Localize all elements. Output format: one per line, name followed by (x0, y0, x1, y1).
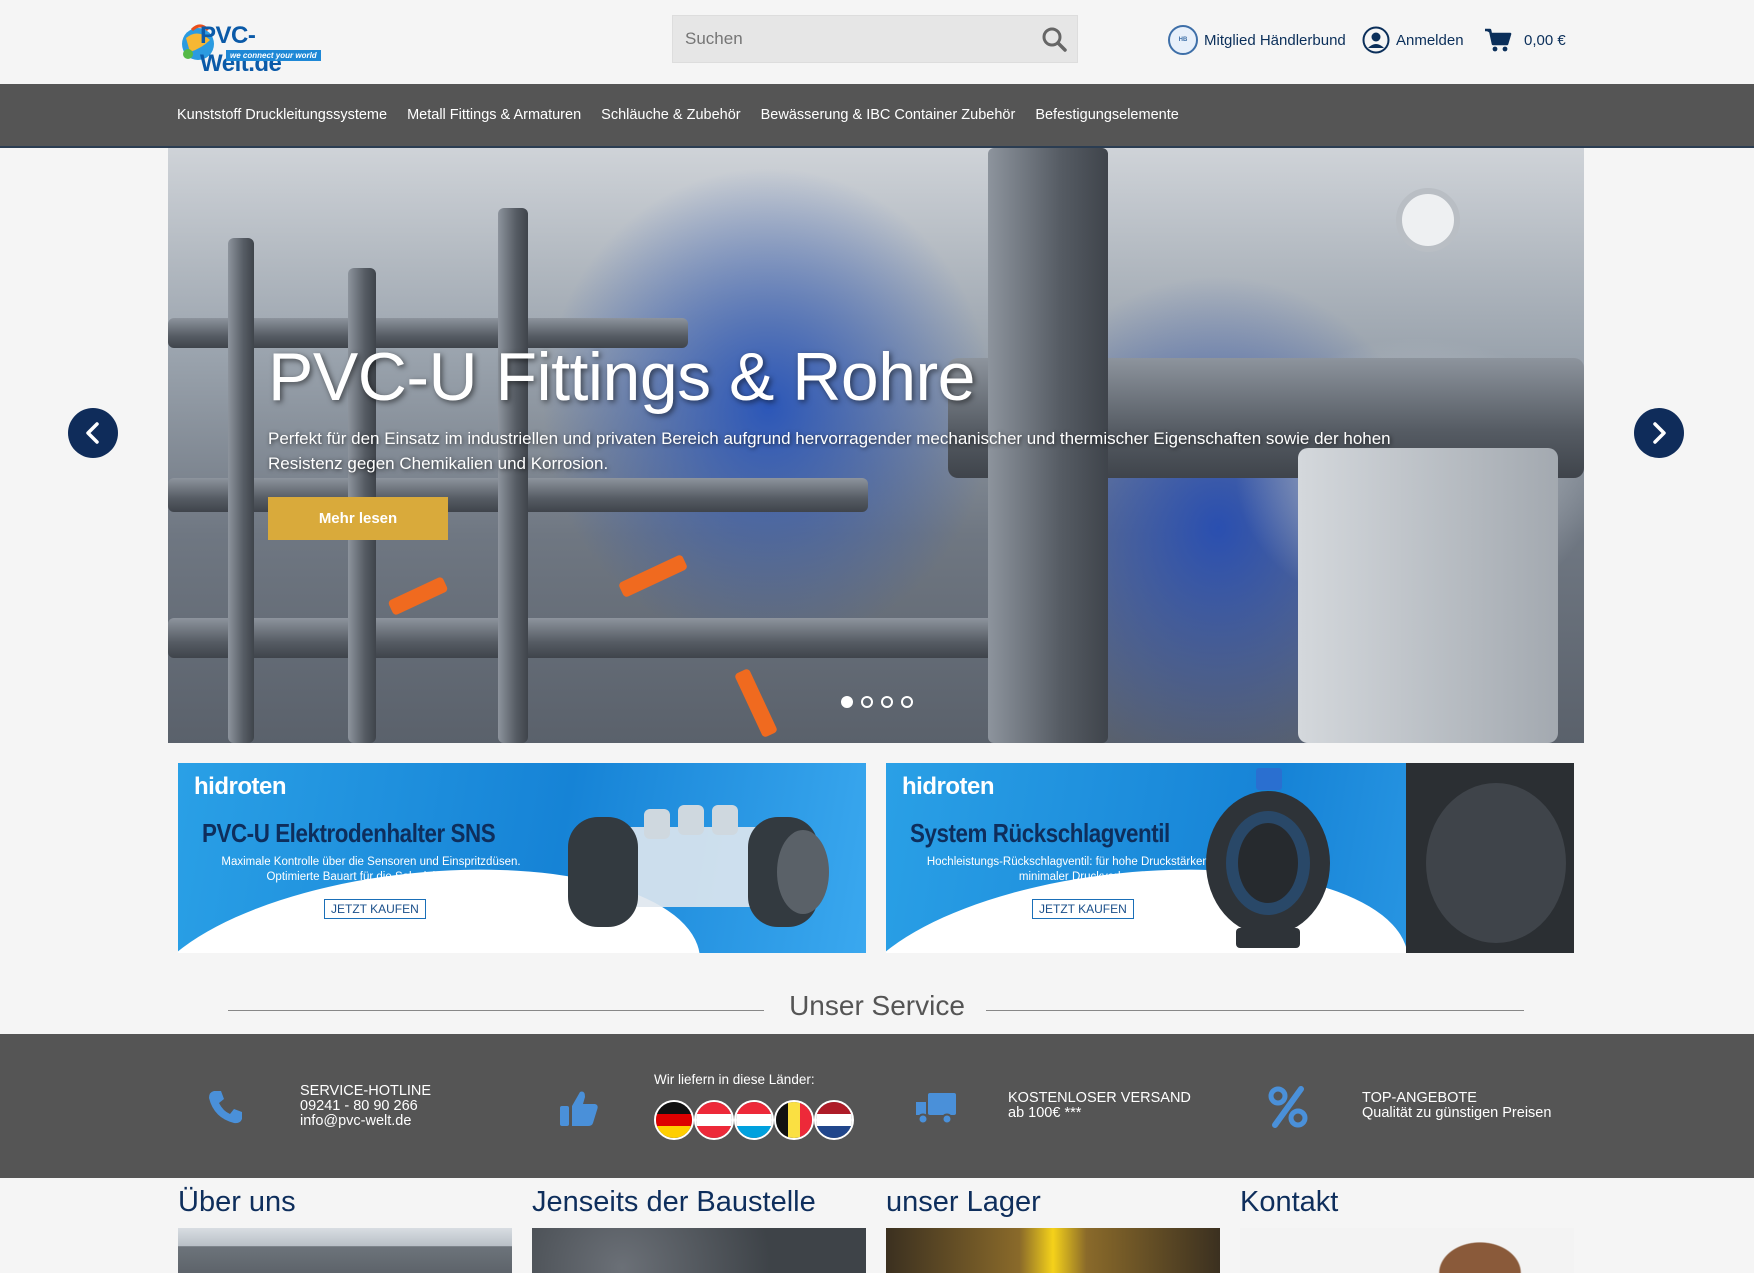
slider-dot-2[interactable] (861, 696, 873, 708)
hotline-phone[interactable]: 09241 - 80 90 266 (300, 1099, 431, 1114)
banner-title: PVC-U Elektrodenhalter SNS (202, 818, 496, 848)
electrode-holder-product-image (568, 805, 829, 927)
hero-valve (387, 576, 449, 616)
check-valve-product-image (1206, 763, 1574, 953)
nav-item-bewaesserung[interactable]: Bewässerung & IBC Container Zubehör (761, 107, 1016, 123)
hero-pipe (228, 238, 254, 743)
login-link[interactable]: Anmelden (1362, 24, 1464, 56)
nav-item-kunststoff[interactable]: Kunststoff Druckleitungssysteme (177, 107, 387, 123)
slider-dots (841, 696, 913, 708)
member-link[interactable]: HB Mitglied Händlerbund (1168, 24, 1346, 56)
offers-subtitle: Qualität zu günstigen Preisen (1362, 1105, 1552, 1121)
flag-netherlands-icon (814, 1100, 854, 1140)
hotline-title: SERVICE-HOTLINE (300, 1083, 432, 1099)
offers-title: TOP-ANGEBOTE (1362, 1090, 1477, 1106)
banner-brand: hidroten (902, 773, 995, 800)
flag-belgium-icon (774, 1100, 814, 1140)
banner-rueckschlagventil[interactable]: hidroten System Rückschlagventil Hochlei… (886, 763, 1574, 953)
cart-link[interactable]: 0,00 € (1484, 24, 1566, 56)
search-icon[interactable] (1041, 26, 1067, 52)
member-label: Mitglied Händlerbund (1204, 31, 1346, 49)
truck-icon (916, 1093, 956, 1125)
hero-more-button[interactable]: Mehr lesen (268, 497, 448, 540)
flag-austria-icon (694, 1100, 734, 1140)
chevron-left-icon (86, 422, 99, 444)
nav-item-befestigung[interactable]: Befestigungselemente (1035, 107, 1179, 123)
cart-total: 0,00 € (1524, 31, 1566, 49)
banner-cta-button[interactable]: JETZT KAUFEN (1032, 899, 1134, 919)
login-label: Anmelden (1396, 31, 1464, 49)
banner-elektrodenhalter[interactable]: hidroten PVC-U Elektrodenhalter SNS Maxi… (178, 763, 866, 953)
banner-subtitle: Maximale Kontrolle über die Sensoren und… (221, 856, 521, 883)
slider-dot-4[interactable] (901, 696, 913, 708)
cart-icon (1485, 28, 1512, 52)
service-bar: SERVICE-HOTLINE 09241 - 80 90 266 info@p… (0, 1034, 1754, 1178)
phone-icon (209, 1091, 242, 1124)
slider-dot-1[interactable] (841, 696, 853, 708)
haendlerbund-badge-icon: HB (1168, 25, 1198, 55)
hero-pipe (168, 618, 1068, 658)
flag-luxembourg-icon (734, 1100, 774, 1140)
flag-germany-icon (654, 1100, 694, 1140)
countries-label: Wir liefern in diese Länder: (654, 1072, 815, 1087)
user-icon (1362, 26, 1390, 54)
column-image-lager[interactable] (886, 1228, 1220, 1273)
chevron-right-icon (1653, 422, 1666, 444)
column-title-lager[interactable]: unser Lager (886, 1186, 1041, 1219)
pressure-gauge-icon (1396, 188, 1460, 252)
slider-dot-3[interactable] (881, 696, 893, 708)
hero-title: PVC-U Fittings & Rohre (268, 339, 975, 415)
hero-text: Perfekt für den Einsatz im industriellen… (268, 429, 1391, 473)
hotline-email[interactable]: info@pvc-welt.de (300, 1114, 431, 1129)
service-heading: Unser Service (789, 990, 965, 1021)
slider-next-button[interactable] (1634, 408, 1684, 458)
banner-cta-button[interactable]: JETZT KAUFEN (324, 899, 426, 919)
hero-machine (1298, 448, 1558, 743)
logo-tagline: we connect your world (226, 50, 321, 61)
banner-subtitle: Hochleistungs-Rückschlagventil: für hohe… (926, 856, 1232, 883)
hotline-block: SERVICE-HOTLINE 09241 - 80 90 266 info@p… (300, 1084, 431, 1129)
thumbs-up-icon (560, 1091, 598, 1126)
column-title-jenseits[interactable]: Jenseits der Baustelle (532, 1186, 816, 1219)
column-image-kontakt[interactable] (1240, 1228, 1574, 1273)
site-logo[interactable]: PVC-Welt.de we connect your world (178, 18, 330, 77)
banner-title: System Rückschlagventil (910, 818, 1170, 848)
hero-slider: PVC-U Fittings & Rohre Perfekt für den E… (168, 148, 1584, 743)
main-nav: Kunststoff Druckleitungssysteme Metall F… (0, 84, 1754, 148)
column-title-kontakt[interactable]: Kontakt (1240, 1186, 1338, 1219)
search-box (672, 15, 1078, 63)
search-input[interactable] (673, 16, 1033, 62)
column-image-ueber-uns[interactable] (178, 1228, 512, 1273)
column-title-ueber-uns[interactable]: Über uns (178, 1186, 296, 1219)
shipping-text: KOSTENLOSER VERSAND ab 100€ *** (1008, 1090, 1191, 1121)
hero-valve (733, 667, 779, 739)
column-image-jenseits[interactable] (532, 1228, 866, 1273)
offers-block: TOP-ANGEBOTE Qualität zu günstigen Preis… (1362, 1091, 1551, 1121)
nav-item-metall[interactable]: Metall Fittings & Armaturen (407, 107, 581, 123)
percent-icon (1268, 1086, 1308, 1128)
banner-brand: hidroten (194, 773, 287, 800)
nav-item-schlaeuche[interactable]: Schläuche & Zubehör (601, 107, 740, 123)
hero-valve (617, 553, 689, 599)
slider-prev-button[interactable] (68, 408, 118, 458)
site-header: PVC-Welt.de we connect your world HB Mit… (0, 0, 1754, 84)
